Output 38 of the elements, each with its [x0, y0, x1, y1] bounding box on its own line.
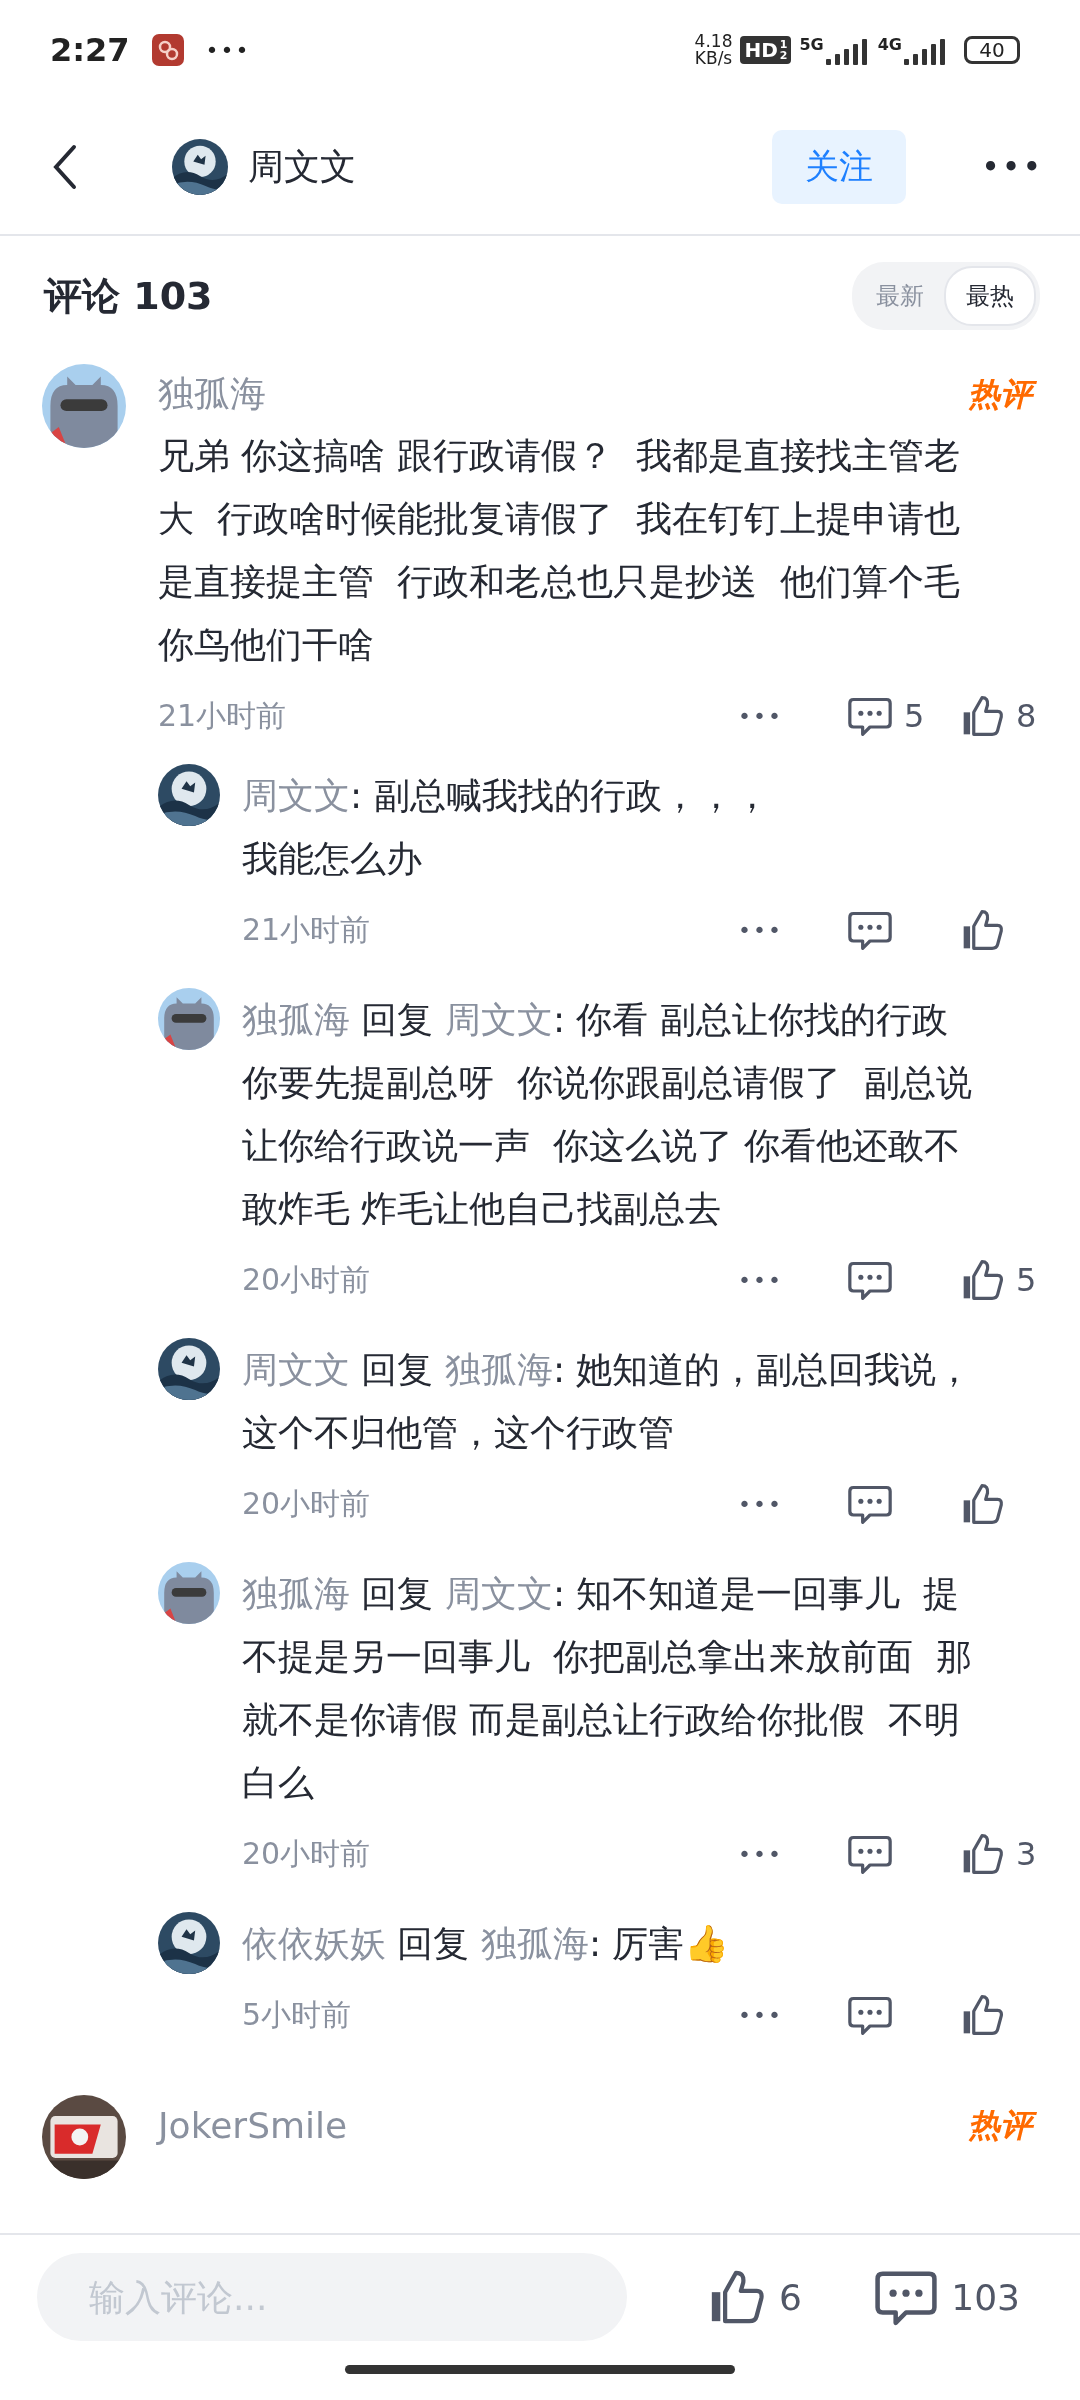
- reply-text: 依依妖妖 回复 独孤海: 厉害👍: [242, 1922, 731, 1966]
- network-type: 5G: [799, 35, 824, 54]
- hot-label: 热评: [964, 2101, 1040, 2149]
- sort-tab[interactable]: 最热: [944, 266, 1036, 326]
- reply-text: 我能怎么办: [242, 837, 423, 881]
- network-speed: 4.18 KB/s: [694, 33, 733, 67]
- more-icon[interactable]: •••: [738, 2002, 828, 2028]
- more-icon[interactable]: •••: [738, 1267, 828, 1293]
- battery-indicator: 40: [964, 36, 1020, 64]
- comment-time: 5小时前: [242, 1995, 353, 2034]
- hot-label: 热评: [964, 370, 1040, 418]
- reply-text: 独孤海 回复 周文文: 知不知道是一回事儿 提不提是另一回事儿 你把副总拿出来放前面 那就不是你请假 而是副总让行政给你批假 不明白么: [242, 1572, 973, 1805]
- more-icon[interactable]: •••: [738, 1491, 828, 1517]
- app-icon: [151, 34, 184, 66]
- comment-time: 20小时前: [242, 1260, 372, 1299]
- like-count: 5: [1016, 1261, 1037, 1299]
- more-notifications: •••: [205, 37, 251, 63]
- more-icon[interactable]: •••: [982, 152, 1044, 182]
- more-icon[interactable]: •••: [738, 703, 828, 729]
- more-icon[interactable]: •••: [738, 1841, 828, 1867]
- reply-text: 独孤海 回复 周文文: 你看 副总让你找的行政你要先提副总呀 你说你跟副总请假了 副总说让你给行政说一声 你这么说了 你看他还敢不敢炸毛 炸毛让他自己找副总去: [242, 998, 973, 1231]
- like-count: 3: [1016, 1835, 1037, 1873]
- network-type: 4G: [877, 35, 902, 54]
- comment-time: 20小时前: [242, 1484, 372, 1523]
- more-icon[interactable]: •••: [738, 917, 828, 943]
- comment-time: 21小时前: [242, 910, 372, 949]
- like-count: 6: [779, 2276, 802, 2318]
- reply-text: 周文文 回复 独孤海: 她知道的，副总回我说，这个不归他管，这个行政管: [242, 1348, 974, 1455]
- user-name: 周文文: [248, 144, 357, 189]
- reply-count: 5: [904, 697, 925, 735]
- comments-title: 评论 103: [44, 272, 213, 320]
- comment-text: 兄弟 你这搞啥 跟行政请假？ 我都是直接找主管老大 行政啥时候能批复请假了 我在钉钉上提申请也是直接提主管 行政和老总也只是抄送 他们算个毛你鸟他们干啥: [158, 434, 961, 667]
- comment-time: 21小时前: [158, 696, 288, 735]
- reply-text: 周文文: 副总喊我找的行政，，，: [242, 774, 771, 818]
- comment-count: 103: [951, 2276, 1020, 2318]
- clock-time: 2:27: [50, 31, 130, 69]
- like-count: 8: [1016, 697, 1037, 735]
- comment-time: 20小时前: [242, 1834, 372, 1873]
